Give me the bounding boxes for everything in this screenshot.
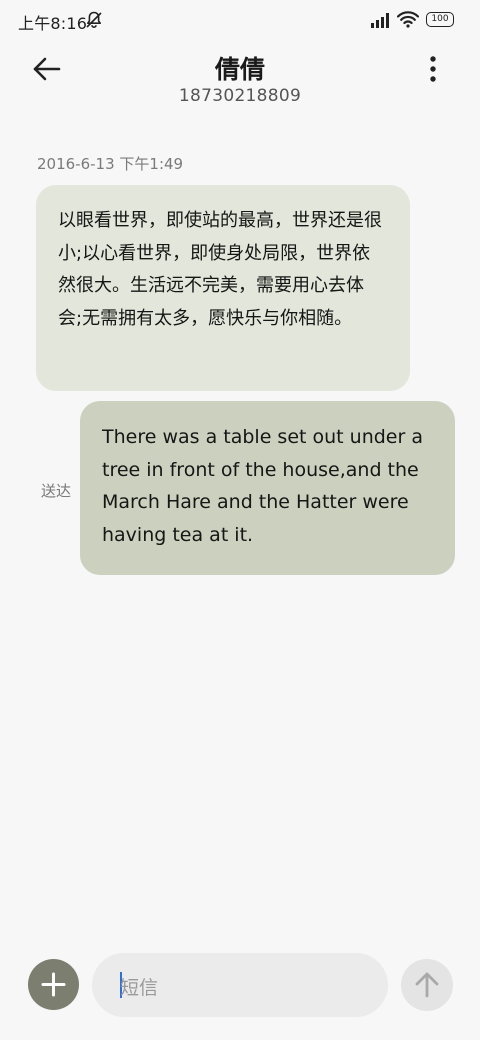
bell-off-icon (86, 11, 102, 28)
plus-icon (41, 972, 66, 997)
incoming-message-text: 以眼看世界，即使站的最高，世界还是很小;以心看世界，即使身处局限，世界依然很大。… (58, 210, 382, 329)
send-button[interactable] (401, 959, 453, 1011)
back-button[interactable] (26, 52, 66, 86)
wifi-icon (397, 11, 419, 28)
outgoing-message-text: There was a table set out under a tree i… (102, 426, 423, 546)
contact-name: 倩倩 (214, 55, 265, 84)
status-time: 上午8:16 (18, 14, 88, 33)
status-bar: 上午8:16 100 (0, 0, 480, 40)
signal-bars-icon (371, 13, 389, 28)
delivery-status: 送达 (41, 482, 72, 500)
battery-indicator: 100 (426, 12, 454, 27)
message-input-placeholder: 短信 (120, 977, 159, 999)
contact-phone-number: 18730218809 (178, 86, 302, 106)
more-vertical-icon (430, 56, 436, 82)
arrow-left-icon (33, 57, 61, 81)
add-attachment-button[interactable] (28, 959, 79, 1010)
arrow-up-icon (415, 972, 439, 998)
incoming-message-bubble[interactable]: 以眼看世界，即使站的最高，世界还是很小;以心看世界，即使身处局限，世界依然很大。… (36, 185, 410, 391)
message-timestamp: 2016-6-13 下午1:49 (37, 155, 184, 173)
more-options-button[interactable] (418, 52, 448, 86)
outgoing-message-bubble[interactable]: There was a table set out under a tree i… (80, 401, 455, 575)
